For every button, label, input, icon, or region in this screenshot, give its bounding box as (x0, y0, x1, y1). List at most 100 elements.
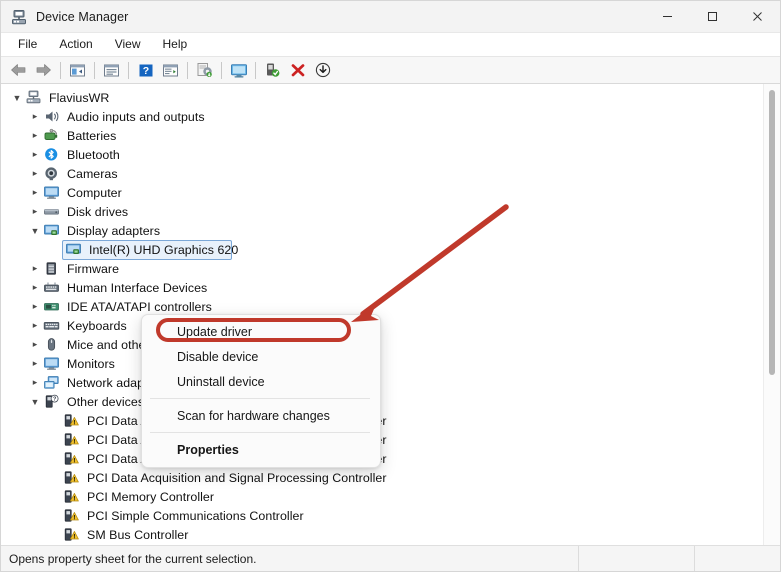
chevron-right-icon[interactable]: ▸ (27, 111, 43, 122)
chevron-down-icon[interactable]: ▼ (27, 397, 43, 407)
minimize-button[interactable] (645, 1, 690, 32)
tree-item-mice[interactable]: ▸ Mice and other pointing devices (1, 335, 763, 354)
tree-item-pci-data-acquisition-4[interactable]: PCI Data Acquisition and Signal Processi… (1, 468, 763, 487)
camera-icon (43, 166, 62, 182)
bluetooth-icon (43, 147, 62, 163)
tree-item-label: PCI Memory Controller (87, 489, 215, 504)
tree-item-label: Display adapters (67, 223, 161, 238)
chevron-right-icon[interactable]: ▸ (27, 339, 43, 350)
uninstall-device-icon[interactable] (285, 59, 310, 81)
tree-item-pci-memory-controller[interactable]: PCI Memory Controller (1, 487, 763, 506)
tree-item-ide-controllers[interactable]: ▸ IDE ATA/ATAPI controllers (1, 297, 763, 316)
tree-item-batteries[interactable]: ▸ Batteries (1, 126, 763, 145)
tree-item-cameras[interactable]: ▸ Cameras (1, 164, 763, 183)
chevron-right-icon[interactable]: ▸ (27, 358, 43, 369)
chevron-right-icon[interactable]: ▸ (27, 206, 43, 217)
tree-item-pci-data-acquisition-2[interactable]: PCI Data Acquisition and Signal Processi… (1, 430, 763, 449)
update-driver-icon[interactable] (192, 59, 217, 81)
tree-item-intel-uhd-graphics[interactable]: Intel(R) UHD Graphics 620 (1, 240, 763, 260)
svg-text:?: ? (142, 65, 148, 77)
tree-item-bluetooth[interactable]: ▸ Bluetooth (1, 145, 763, 164)
chevron-right-icon[interactable]: ▸ (27, 130, 43, 141)
show-hide-console-tree-icon[interactable] (65, 59, 90, 81)
tree-item-display-adapters[interactable]: ▼ Display adapters (1, 221, 763, 240)
menu-view[interactable]: View (104, 34, 152, 55)
enable-device-icon[interactable] (260, 59, 285, 81)
menu-file[interactable]: File (7, 34, 48, 55)
toolbar-separator (128, 61, 129, 79)
status-pane-2 (695, 546, 780, 571)
tree-item-monitors[interactable]: ▸ Monitors (1, 354, 763, 373)
toolbar-separator (94, 61, 95, 79)
chevron-right-icon[interactable]: ▸ (27, 320, 43, 331)
tree-item-label: Cameras (67, 166, 118, 181)
close-button[interactable] (735, 1, 780, 32)
chevron-right-icon[interactable]: ▸ (27, 168, 43, 179)
back-icon[interactable] (6, 59, 31, 81)
tree-item-label: Intel(R) UHD Graphics 620 (89, 242, 239, 257)
chevron-right-icon[interactable]: ▸ (27, 282, 43, 293)
toolbar-separator (60, 61, 61, 79)
chevron-down-icon[interactable]: ▼ (9, 93, 25, 103)
chevron-right-icon[interactable]: ▸ (27, 187, 43, 198)
tree-item-label: Firmware (67, 261, 120, 276)
tree-item-unknown-device-1[interactable]: Unknown device (1, 544, 763, 545)
context-menu-item-disable-device[interactable]: Disable device (142, 344, 380, 369)
tree-item-pci-data-acquisition-3[interactable]: PCI Data Acquisition and Signal Processi… (1, 449, 763, 468)
chevron-right-icon[interactable]: ▸ (27, 263, 43, 274)
device-tree[interactable]: ▼ FlaviusWR ▸ Audio inputs and outputs ▸… (1, 84, 763, 545)
tree-item-hid[interactable]: ▸ Human Interface Devices (1, 278, 763, 297)
tree-item-pci-data-acquisition-1[interactable]: PCI Data Acquisition and Signal Processi… (1, 411, 763, 430)
chevron-right-icon[interactable]: ▸ (27, 301, 43, 312)
maximize-button[interactable] (690, 1, 735, 32)
svg-text:?: ? (53, 396, 56, 402)
tree-item-keyboards[interactable]: ▸ Keyboards (1, 316, 763, 335)
context-menu: Update driver Disable device Uninstall d… (141, 314, 381, 468)
monitor-icon (43, 185, 62, 201)
tree-item-label: PCI Simple Communications Controller (87, 508, 304, 523)
tree-item-disk-drives[interactable]: ▸ Disk drives (1, 202, 763, 221)
warning-device-icon (63, 527, 82, 543)
tree-item-computer[interactable]: ▸ Computer (1, 183, 763, 202)
scan-for-hardware-changes-icon[interactable] (226, 59, 251, 81)
display-adapter-icon (43, 223, 62, 239)
menu-help[interactable]: Help (152, 34, 199, 55)
download-icon[interactable] (310, 59, 335, 81)
context-menu-item-scan-for-hardware-changes[interactable]: Scan for hardware changes (142, 403, 380, 428)
forward-icon[interactable] (31, 59, 56, 81)
tree-item-firmware[interactable]: ▸ Firmware (1, 259, 763, 278)
show-hide-action-pane-icon[interactable] (158, 59, 183, 81)
menu-action[interactable]: Action (48, 34, 103, 55)
window-title: Device Manager (36, 9, 129, 24)
help-icon[interactable]: ? (133, 59, 158, 81)
hid-icon (43, 280, 62, 296)
status-text: Opens property sheet for the current sel… (1, 546, 579, 571)
tree-item-pci-simple-communications-controller[interactable]: PCI Simple Communications Controller (1, 506, 763, 525)
warning-device-icon (63, 508, 82, 524)
tree-item-network-adapters[interactable]: ▸ Network adapters (1, 373, 763, 392)
warning-device-icon (63, 489, 82, 505)
tree-item-audio[interactable]: ▸ Audio inputs and outputs (1, 107, 763, 126)
device-manager-icon (10, 8, 28, 26)
mouse-icon (43, 337, 62, 353)
context-menu-item-properties[interactable]: Properties (142, 437, 380, 462)
context-menu-item-uninstall-device[interactable]: Uninstall device (142, 369, 380, 394)
tree-root-node[interactable]: ▼ FlaviusWR (1, 88, 763, 107)
disk-drive-icon (43, 204, 62, 220)
chevron-down-icon[interactable]: ▼ (27, 226, 43, 236)
tree-item-label: Other devices (67, 394, 145, 409)
tree-item-other-devices[interactable]: ▼ ? Other devices (1, 392, 763, 411)
tree-item-label: Bluetooth (67, 147, 120, 162)
tree-item-label: PCI Data Acquisition and Signal Processi… (87, 470, 387, 485)
warning-device-icon (63, 470, 82, 486)
menu-bar: File Action View Help (1, 33, 780, 57)
vertical-scrollbar[interactable] (763, 84, 780, 545)
context-menu-item-update-driver[interactable]: Update driver (142, 319, 380, 344)
scrollbar-thumb[interactable] (769, 90, 775, 375)
tree-item-label: Batteries (67, 128, 117, 143)
properties-icon[interactable] (99, 59, 124, 81)
network-adapter-icon (43, 375, 62, 391)
tree-item-sm-bus-controller[interactable]: SM Bus Controller (1, 525, 763, 544)
chevron-right-icon[interactable]: ▸ (27, 377, 43, 388)
chevron-right-icon[interactable]: ▸ (27, 149, 43, 160)
